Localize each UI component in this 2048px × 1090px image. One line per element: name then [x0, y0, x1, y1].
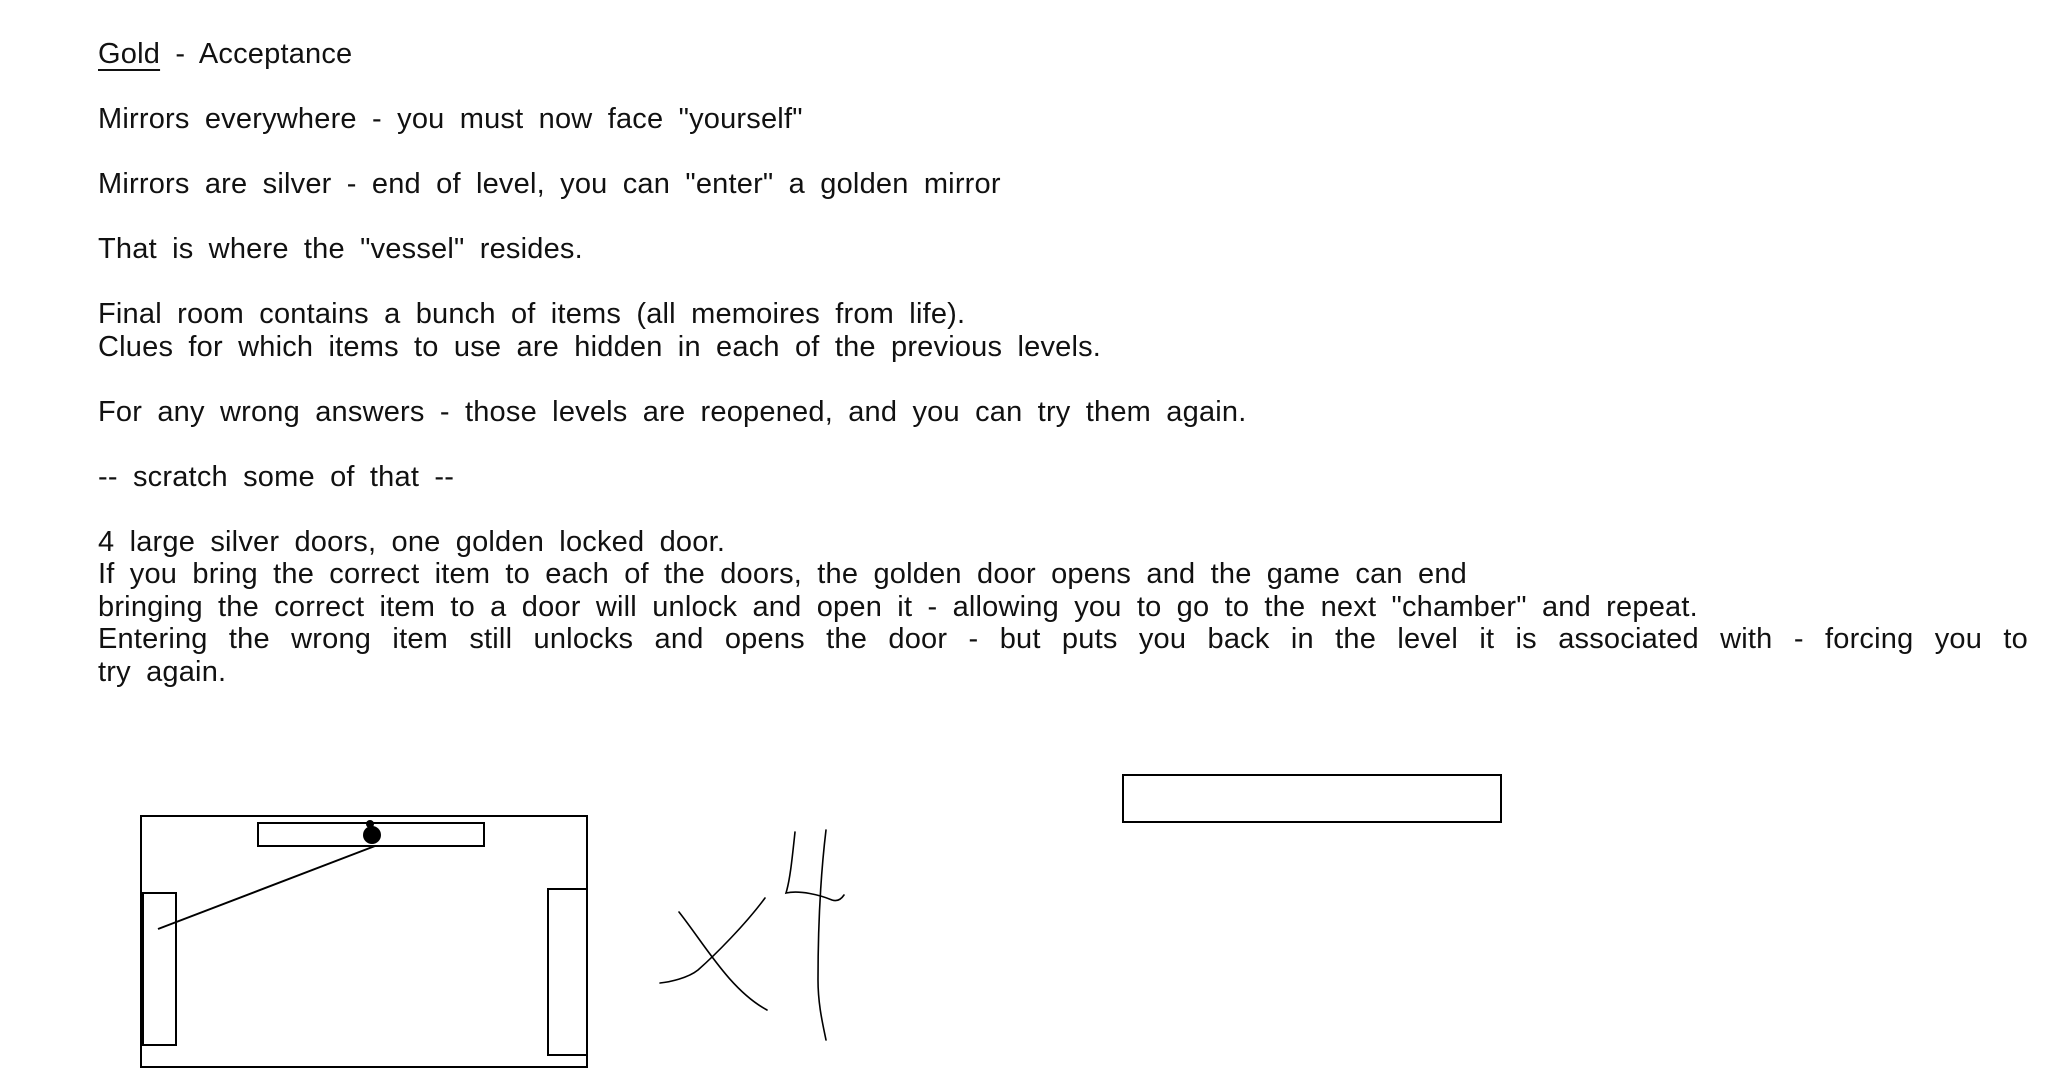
handwritten-x4: x4	[659, 829, 845, 1041]
floating-box	[1122, 774, 1502, 823]
room-sketch: x4	[140, 774, 1502, 1068]
room-outline	[140, 815, 588, 1068]
left-door	[142, 892, 177, 1046]
right-door	[547, 888, 588, 1056]
document-page: Gold - Acceptance Mirrors everywhere - y…	[0, 0, 2048, 1090]
sightline	[157, 845, 376, 930]
